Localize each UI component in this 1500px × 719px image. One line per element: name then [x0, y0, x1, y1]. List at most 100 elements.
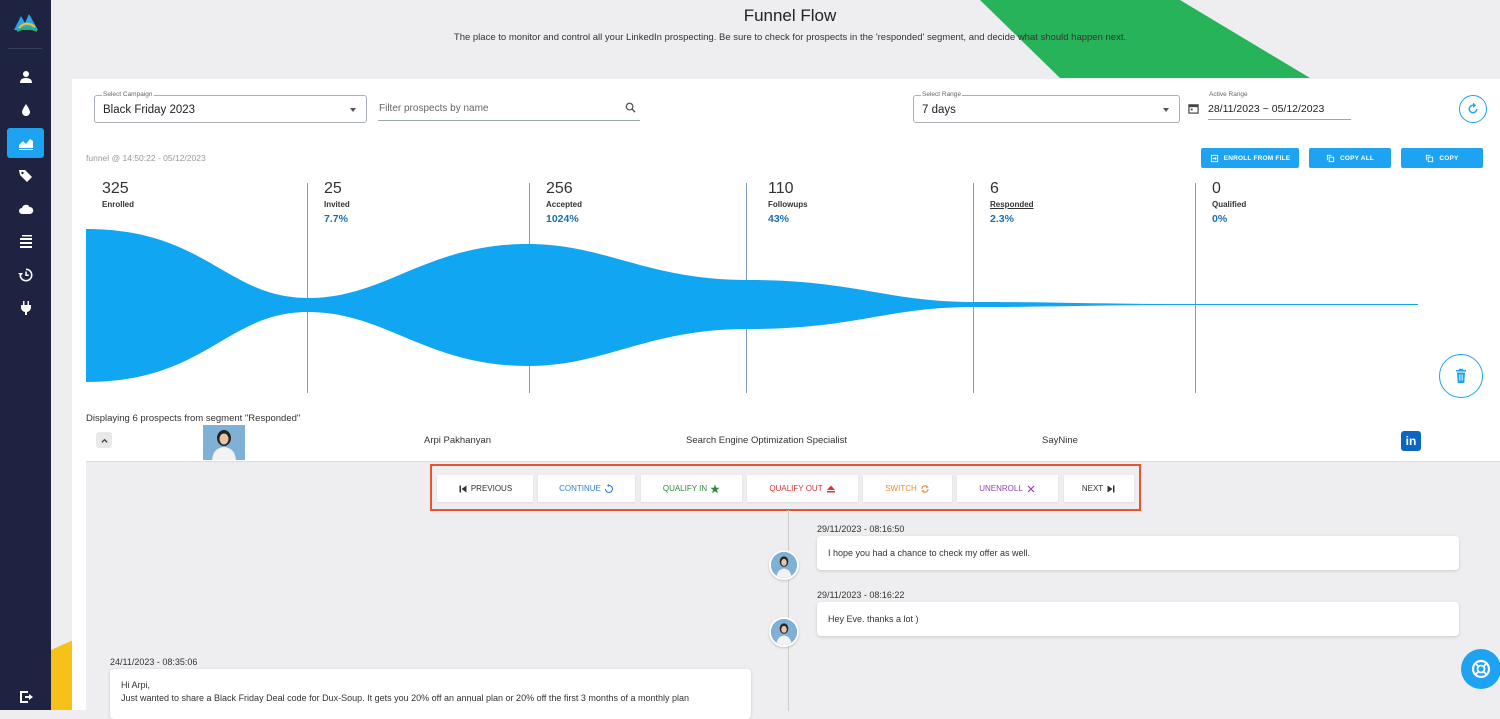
- sync-icon: [920, 484, 929, 493]
- skip-previous-icon: [459, 485, 467, 492]
- logout-icon: [19, 691, 33, 703]
- message-text: Hi Arpi,: [121, 680, 151, 690]
- prospect-company: SayNine: [1042, 435, 1078, 446]
- sidebar-item-drip[interactable]: [7, 95, 44, 125]
- sidebar: [0, 0, 51, 710]
- copy-icon: [1426, 154, 1434, 162]
- previous-button[interactable]: PREVIOUS: [437, 475, 533, 502]
- message-timestamp: 29/11/2023 - 08:16:50: [817, 524, 905, 534]
- decorative-yellow-shape: [51, 640, 73, 710]
- active-range-label: Active Range: [1208, 91, 1249, 98]
- stage-name: Responded: [990, 200, 1034, 209]
- search-icon[interactable]: [625, 102, 636, 113]
- range-select[interactable]: Select Range 7 days: [913, 91, 1180, 123]
- stage-name: Accepted: [546, 200, 583, 209]
- stage-count: 325: [102, 180, 129, 197]
- timeline-line: [788, 510, 789, 711]
- qualify-in-label: QUALIFY IN: [662, 484, 708, 493]
- prospect-search[interactable]: Filter prospects by name: [378, 95, 640, 121]
- next-button[interactable]: NEXT: [1064, 475, 1134, 502]
- message-text: I hope you had a chance to check my offe…: [828, 548, 1030, 558]
- qualify-out-button[interactable]: QUALIFY OUT: [747, 475, 858, 502]
- unenroll-label: UNENROLL: [979, 484, 1023, 493]
- qualify-in-button[interactable]: QUALIFY IN: [641, 475, 742, 502]
- refresh-button[interactable]: [1459, 95, 1487, 123]
- stage-name: Invited: [324, 200, 350, 209]
- close-icon: [1027, 485, 1035, 492]
- chevron-down-icon: [1163, 108, 1169, 112]
- stage-count: 0: [1212, 180, 1221, 197]
- switch-label: SWITCH: [885, 484, 917, 493]
- cloud-icon: [18, 204, 33, 214]
- stage-name: Qualified: [1212, 200, 1247, 209]
- search-input[interactable]: Filter prospects by name: [379, 103, 489, 114]
- linkedin-icon[interactable]: in: [1401, 431, 1421, 451]
- sidebar-item-history[interactable]: [7, 260, 44, 290]
- switch-button[interactable]: SWITCH: [863, 475, 952, 502]
- chevron-down-icon: [350, 108, 356, 112]
- plug-icon: [20, 301, 31, 315]
- range-select-value: 7 days: [922, 104, 956, 116]
- sidebar-item-tags[interactable]: [7, 161, 44, 191]
- list-icon: [19, 235, 32, 248]
- copy-all-label: COPY ALL: [1339, 154, 1375, 162]
- avatar-photo: [771, 619, 797, 645]
- copy-icon: [1326, 154, 1335, 162]
- help-button[interactable]: [1461, 649, 1500, 689]
- replay-icon: [604, 483, 613, 493]
- sidebar-item-integrations[interactable]: [7, 293, 44, 323]
- funnel-shape: [86, 229, 1418, 382]
- copy-button[interactable]: COPY: [1401, 148, 1483, 168]
- enroll-from-file-button[interactable]: ENROLL FROM FILE: [1201, 148, 1299, 168]
- message-avatar: [769, 550, 799, 580]
- lifebuoy-icon: [1471, 659, 1491, 679]
- sidebar-divider: [8, 48, 42, 49]
- campaign-select[interactable]: Select Campaign Black Friday 2023: [94, 91, 367, 123]
- chevron-up-icon: [100, 438, 108, 443]
- funnel-timestamp: funnel @ 14:50:22 - 05/12/2023: [86, 153, 206, 163]
- campaign-select-label: Select Campaign: [102, 91, 154, 98]
- message-timestamp: 29/11/2023 - 08:16:22: [817, 590, 905, 600]
- sidebar-item-queue[interactable]: [7, 227, 44, 257]
- import-icon: [1210, 154, 1218, 162]
- prospect-title: Search Engine Optimization Specialist: [686, 435, 848, 446]
- trash-icon: [1456, 368, 1466, 383]
- stage-name: Followups: [768, 200, 808, 209]
- continue-label: CONTINUE: [559, 484, 601, 493]
- conversation-panel: PREVIOUS CONTINUE QUALIFY IN QUALIFY OUT…: [86, 461, 1500, 719]
- skip-next-icon: [1107, 485, 1115, 492]
- funnel-card: Select Campaign Black Friday 2023 Filter…: [72, 79, 1500, 719]
- message-bubble: I hope you had a chance to check my offe…: [817, 536, 1459, 570]
- action-toolbar: PREVIOUS CONTINUE QUALIFY IN QUALIFY OUT…: [430, 464, 1141, 511]
- message-bubble: Hey Eve. thanks a lot ): [817, 602, 1459, 636]
- funnel-flow-graphic: [86, 229, 1418, 382]
- stage-count: 25: [324, 180, 342, 197]
- continue-button[interactable]: CONTINUE: [538, 475, 635, 502]
- sidebar-item-funnel[interactable]: [7, 128, 44, 158]
- star-icon: [710, 484, 720, 493]
- message-text: Just wanted to share a Black Friday Deal…: [121, 693, 689, 703]
- active-range-field[interactable]: Active Range 28/11/2023 ~ 05/12/2023: [1208, 91, 1351, 120]
- copy-all-button[interactable]: COPY ALL: [1309, 148, 1391, 168]
- segment-description: Displaying 6 prospects from segment "Res…: [86, 413, 301, 424]
- next-label: NEXT: [1081, 484, 1104, 493]
- calendar-icon[interactable]: [1188, 103, 1199, 114]
- history-icon: [17, 268, 32, 282]
- eject-icon: [826, 485, 835, 492]
- delete-button[interactable]: [1439, 354, 1483, 398]
- refresh-icon: [1468, 103, 1478, 114]
- sidebar-item-logout[interactable]: [7, 685, 44, 709]
- copy-label: COPY: [1439, 154, 1459, 162]
- message-timestamp: 24/11/2023 - 08:35:06: [110, 657, 198, 667]
- active-range-value: 28/11/2023 ~ 05/12/2023: [1208, 103, 1325, 115]
- sidebar-item-cloud[interactable]: [7, 194, 44, 224]
- sidebar-item-profile[interactable]: [7, 62, 44, 92]
- collapse-button[interactable]: [96, 432, 112, 448]
- page-subtitle: The place to monitor and control all you…: [453, 32, 1127, 43]
- message-text: Hey Eve. thanks a lot ): [828, 614, 919, 624]
- stage-count: 256: [546, 180, 573, 197]
- unenroll-button[interactable]: UNENROLL: [957, 475, 1058, 502]
- avatar-photo: [771, 552, 797, 578]
- qualify-out-label: QUALIFY OUT: [769, 484, 823, 493]
- prospect-name[interactable]: Arpi Pakhanyan: [424, 435, 491, 446]
